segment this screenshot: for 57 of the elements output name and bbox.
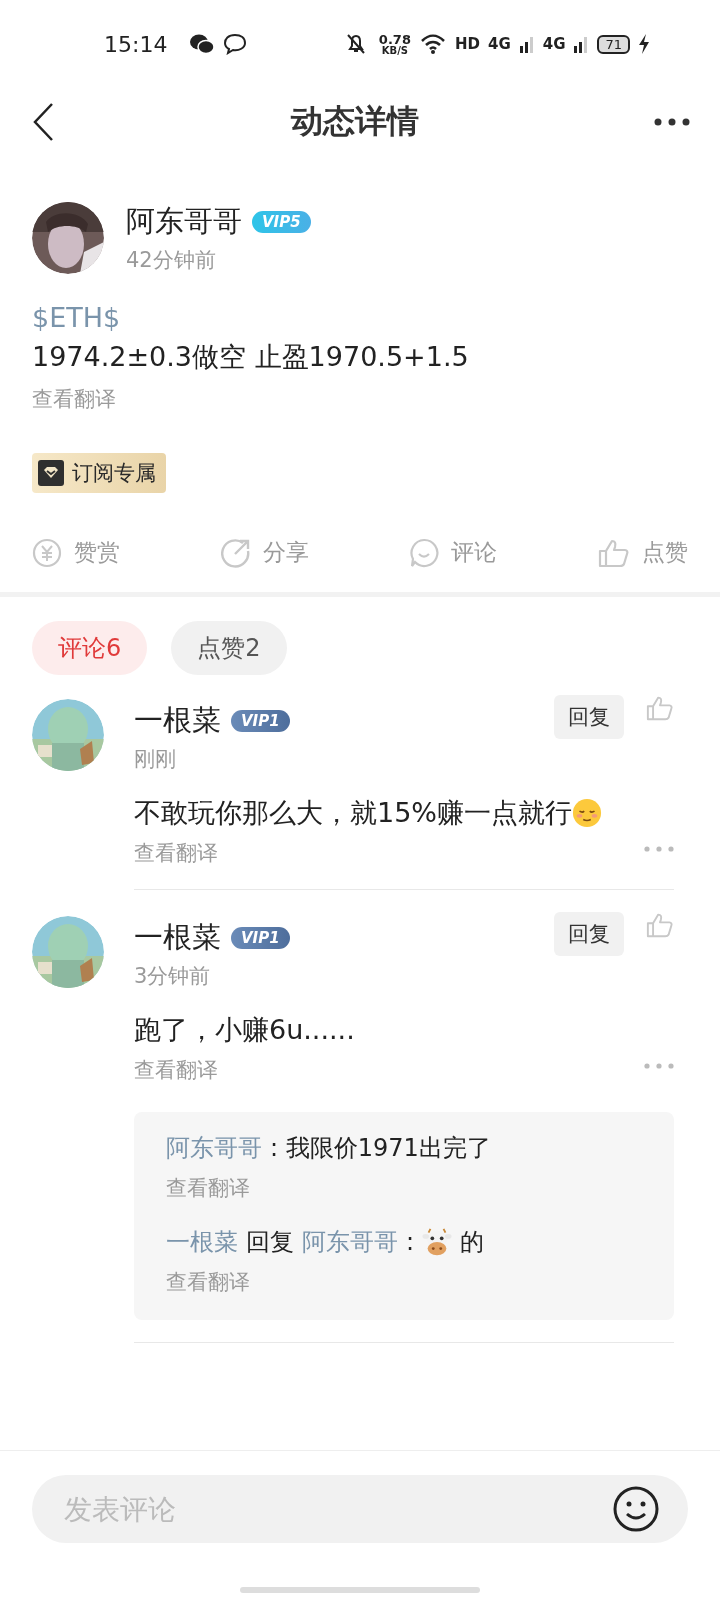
translate-link[interactable]: 查看翻译	[166, 1174, 250, 1202]
reply-author[interactable]: 一根菜	[166, 1226, 238, 1258]
translate-link[interactable]: 查看翻译	[166, 1268, 250, 1296]
vip-badge: VIP1	[231, 927, 290, 949]
comment-time: 刚刚	[134, 746, 177, 773]
action-button[interactable]: 分享	[220, 533, 309, 572]
comment-text: 跑了，小赚6u......	[134, 1013, 355, 1047]
yen-icon	[32, 537, 62, 568]
network-label: 4G	[542, 35, 566, 53]
thumbs-up-icon[interactable]	[646, 695, 674, 721]
reply-author[interactable]: 阿东哥哥	[166, 1132, 262, 1164]
cow-face-icon	[422, 1227, 453, 1257]
reply-author[interactable]: 阿东哥哥	[302, 1226, 398, 1258]
topic-tag[interactable]: $ETH$	[32, 302, 121, 333]
share-icon	[220, 537, 251, 568]
comment-text: 不敢玩你那么大，就15%赚一点就行	[134, 796, 572, 830]
network-label: 4G	[487, 35, 511, 53]
comment-time: 3分钟前	[134, 963, 212, 990]
reply-text: : 我限价1971出完了	[270, 1133, 491, 1164]
action-button[interactable]: 评论	[409, 533, 498, 572]
comment-icon	[409, 537, 440, 568]
commenter-name: 一根菜	[134, 702, 221, 739]
reply-text: 的	[460, 1227, 485, 1258]
page-title: 动态详情	[291, 101, 419, 142]
reply-text: :	[406, 1228, 415, 1256]
badge-label: 订阅专属	[72, 460, 156, 487]
back-icon[interactable]	[32, 102, 56, 142]
tab[interactable]: 评论6	[32, 621, 148, 675]
translate-link[interactable]: 查看翻译	[134, 839, 218, 867]
signal-icon	[573, 34, 590, 54]
post-text: 1974.2±0.3做空 止盈1970.5+1.5	[32, 340, 469, 374]
vip-badge: VIP5	[252, 211, 311, 233]
network-label: HD	[454, 35, 480, 53]
reply-button[interactable]: 回复	[554, 695, 624, 739]
status-time: 15:14	[104, 31, 168, 57]
emoji-icon[interactable]	[612, 1485, 660, 1533]
network-speed: 0.78	[378, 32, 411, 46]
charging-icon	[638, 33, 650, 55]
chat-app-icon	[189, 33, 216, 55]
vip-badge: VIP1	[231, 710, 290, 732]
thumbs-up-icon	[597, 537, 630, 568]
battery-level: 71	[597, 34, 630, 54]
post-time: 42分钟前	[126, 247, 217, 274]
author-name: 阿东哥哥	[126, 203, 242, 240]
more-icon[interactable]	[654, 118, 690, 126]
action-button[interactable]: 赞赏	[32, 533, 120, 572]
thumbs-up-icon[interactable]	[646, 912, 674, 938]
action-button[interactable]: 点赞	[597, 533, 688, 572]
smiling-face-icon	[572, 798, 602, 828]
speed-unit: KB/S	[381, 45, 408, 56]
signal-icon	[518, 34, 535, 54]
reply-text: 回复	[246, 1227, 294, 1258]
commenter-name: 一根菜	[134, 919, 221, 956]
tab[interactable]: 点赞2	[171, 621, 287, 675]
reply-button[interactable]: 回复	[554, 912, 624, 956]
translate-link[interactable]: 查看翻译	[134, 1056, 218, 1084]
translate-link[interactable]: 查看翻译	[32, 385, 116, 413]
